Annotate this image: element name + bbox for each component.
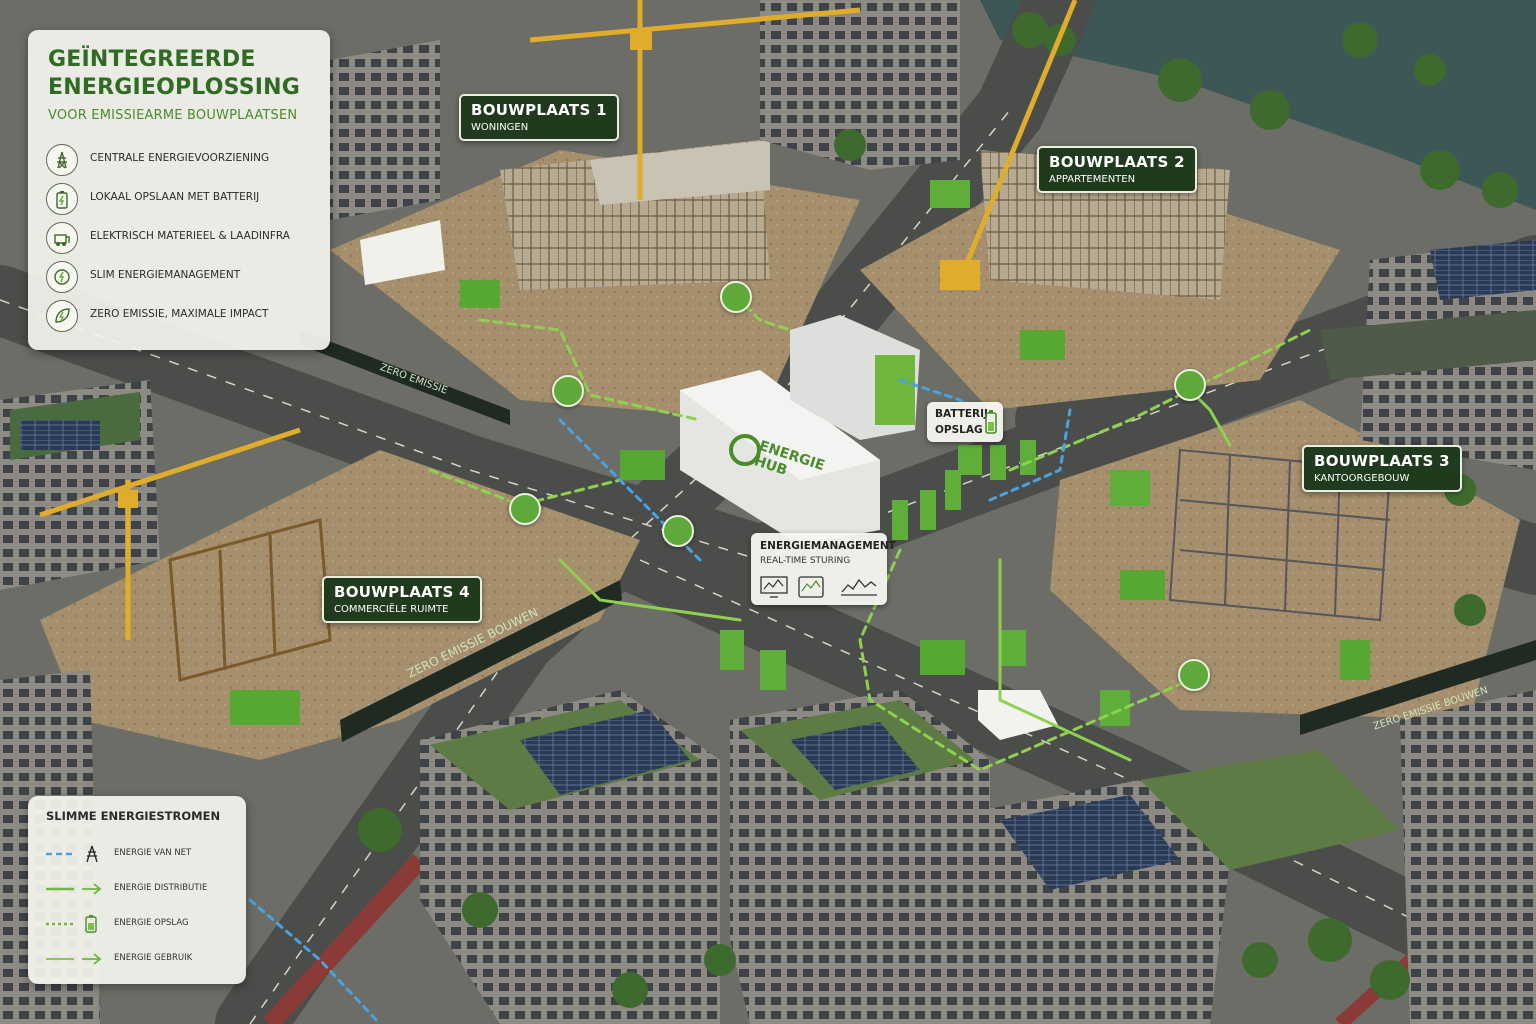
site-type: WONINGEN (471, 122, 529, 133)
flow-node-site2[interactable] (1174, 369, 1206, 401)
battery-storage-callout[interactable]: BATTERIJ OPSLAG (927, 402, 1003, 442)
site-name: BOUWPLAATS 2 (1049, 153, 1185, 171)
electric-machine-icon (46, 222, 78, 254)
battery-icon (46, 183, 78, 215)
site-name: BOUWPLAATS 1 (471, 101, 607, 119)
site-type: APPARTEMENTEN (1049, 174, 1136, 185)
feature-item-smart-management: SLIM ENERGIEMANAGEMENT (46, 261, 316, 295)
battery-callout-line2: OPSLAG (935, 424, 983, 436)
flow-node-site3[interactable] (1178, 659, 1210, 691)
arrow-icon (46, 953, 102, 965)
tablet-chart-icon (796, 575, 826, 603)
legend-item-storage: ENERGIE OPSLAG (44, 914, 234, 934)
feature-label: LOKAAL OPSLAAN MET BATTERIJ (90, 191, 260, 203)
feature-label: ZERO EMISSIE, MAXIMALE IMPACT (90, 308, 269, 320)
power-pylon-icon (46, 845, 98, 863)
legend-item-grid: ENERGIE VAN NET (44, 844, 234, 864)
legend-label: ENERGIE DISTRIBUTIE (114, 883, 208, 893)
feature-label: ELEKTRISCH MATERIEEL & LAADINFRA (90, 230, 290, 242)
leaf-bolt-icon (46, 300, 78, 332)
battery-icon (46, 915, 97, 933)
feature-item-zero-emission: ZERO EMISSIE, MAXIMALE IMPACT (46, 300, 316, 334)
flow-node-hub[interactable] (662, 515, 694, 547)
page-subtitle: VOOR EMISSIEARME BOUWPLAATSEN (48, 108, 298, 123)
feature-label: CENTRALE ENERGIEVOORZIENING (90, 152, 270, 164)
legend-item-usage: ENERGIE GEBRUIK (44, 949, 234, 969)
site-name: BOUWPLAATS 4 (334, 583, 470, 601)
energy-management-callout[interactable]: ENERGIEMANAGEMENT REAL-TIME STURING (751, 533, 896, 605)
site-name: BOUWPLAATS 3 (1314, 452, 1450, 470)
flow-node-site1[interactable] (720, 281, 752, 313)
battery-icon (985, 410, 997, 438)
site-label-2[interactable]: BOUWPLAATS 2 APPARTEMENTEN (1037, 146, 1197, 193)
line-chart-icon (839, 575, 879, 603)
feature-item-central-supply: CENTRALE ENERGIEVOORZIENING (46, 144, 316, 178)
site-type: KANTOORGEBOUW (1314, 473, 1410, 484)
legend-label: ENERGIE OPSLAG (114, 918, 189, 928)
site-type: COMMERCIËLE RUIMTE (334, 604, 449, 615)
legend-panel: SLIMME ENERGIESTROMEN ENERGIE VAN NET EN… (28, 796, 246, 984)
energy-management-subtitle: REAL-TIME STURING (760, 556, 851, 566)
feature-item-battery: LOKAAL OPSLAAN MET BATTERIJ (46, 183, 316, 217)
title-panel: GEÏNTEGREERDE ENERGIEOPLOSSING VOOR EMIS… (28, 30, 330, 350)
feature-label: SLIM ENERGIEMANAGEMENT (90, 269, 241, 281)
flow-node-west[interactable] (509, 493, 541, 525)
battery-callout-line1: BATTERIJ (935, 408, 988, 420)
page-title: GEÏNTEGREERDE ENERGIEOPLOSSING (48, 47, 300, 100)
feature-item-electric-equipment: ELEKTRISCH MATERIEEL & LAADINFRA (46, 222, 316, 256)
legend-label: ENERGIE VAN NET (114, 848, 192, 858)
legend-item-distribution: ENERGIE DISTRIBUTIE (44, 879, 234, 899)
smart-energy-icon (46, 261, 78, 293)
arrow-icon (46, 883, 102, 895)
legend-title: SLIMME ENERGIESTROMEN (46, 809, 221, 823)
site-label-3[interactable]: BOUWPLAATS 3 KANTOORGEBOUW (1302, 445, 1462, 492)
monitor-chart-icon (759, 575, 789, 603)
flow-node-north[interactable] (552, 375, 584, 407)
site-label-1[interactable]: BOUWPLAATS 1 WONINGEN (459, 94, 619, 141)
site-label-4[interactable]: BOUWPLAATS 4 COMMERCIËLE RUIMTE (322, 576, 482, 623)
energy-management-title: ENERGIEMANAGEMENT (760, 540, 896, 552)
power-pylon-icon (46, 144, 78, 176)
legend-label: ENERGIE GEBRUIK (114, 953, 193, 963)
